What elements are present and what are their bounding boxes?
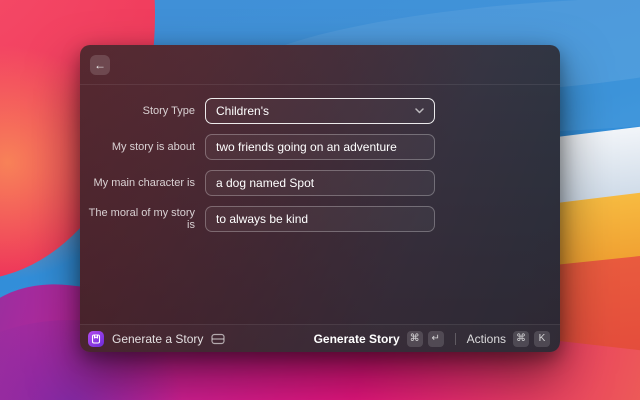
- main-character-input[interactable]: [205, 170, 435, 196]
- story-type-dropdown[interactable]: Children's: [205, 98, 435, 124]
- story-form: Story Type Children's My story is about: [80, 85, 560, 232]
- generate-story-action[interactable]: Generate Story ⌘ ↵: [312, 329, 446, 349]
- desktop: ← Story Type Children's My story is abou…: [0, 0, 640, 400]
- command-key-icon: ⌘: [513, 331, 529, 347]
- action-bar: Generate a Story Generate Story ⌘ ↵ Acti…: [80, 324, 560, 352]
- return-key-icon: ↵: [428, 331, 444, 347]
- story-app-icon: [88, 331, 104, 347]
- dropdown-selected-value: Children's: [216, 104, 269, 118]
- field-label: My story is about: [80, 141, 205, 153]
- chevron-down-icon: [415, 108, 424, 114]
- primary-action-label: Generate Story: [314, 332, 400, 346]
- story-about-input[interactable]: [205, 134, 435, 160]
- back-button[interactable]: ←: [90, 55, 110, 75]
- form-row-main-character: My main character is: [80, 170, 560, 196]
- footer-divider: [455, 333, 456, 345]
- back-arrow-icon: ←: [94, 59, 106, 71]
- form-row-story-type: Story Type Children's: [80, 98, 560, 124]
- form-row-moral: The moral of my story is: [80, 206, 560, 232]
- command-key-icon: ⌘: [407, 331, 423, 347]
- form-icon: [211, 333, 225, 345]
- field-label: Story Type: [80, 105, 205, 117]
- raycast-window: ← Story Type Children's My story is abou…: [80, 45, 560, 352]
- actions-label: Actions: [467, 332, 506, 346]
- command-title: Generate a Story: [112, 332, 203, 346]
- story-moral-input[interactable]: [205, 206, 435, 232]
- window-header: ←: [80, 45, 560, 85]
- field-label: The moral of my story is: [80, 207, 205, 231]
- actions-menu-button[interactable]: Actions ⌘ K: [465, 329, 552, 349]
- field-label: My main character is: [80, 177, 205, 189]
- k-key-icon: K: [534, 331, 550, 347]
- form-row-story-about: My story is about: [80, 134, 560, 160]
